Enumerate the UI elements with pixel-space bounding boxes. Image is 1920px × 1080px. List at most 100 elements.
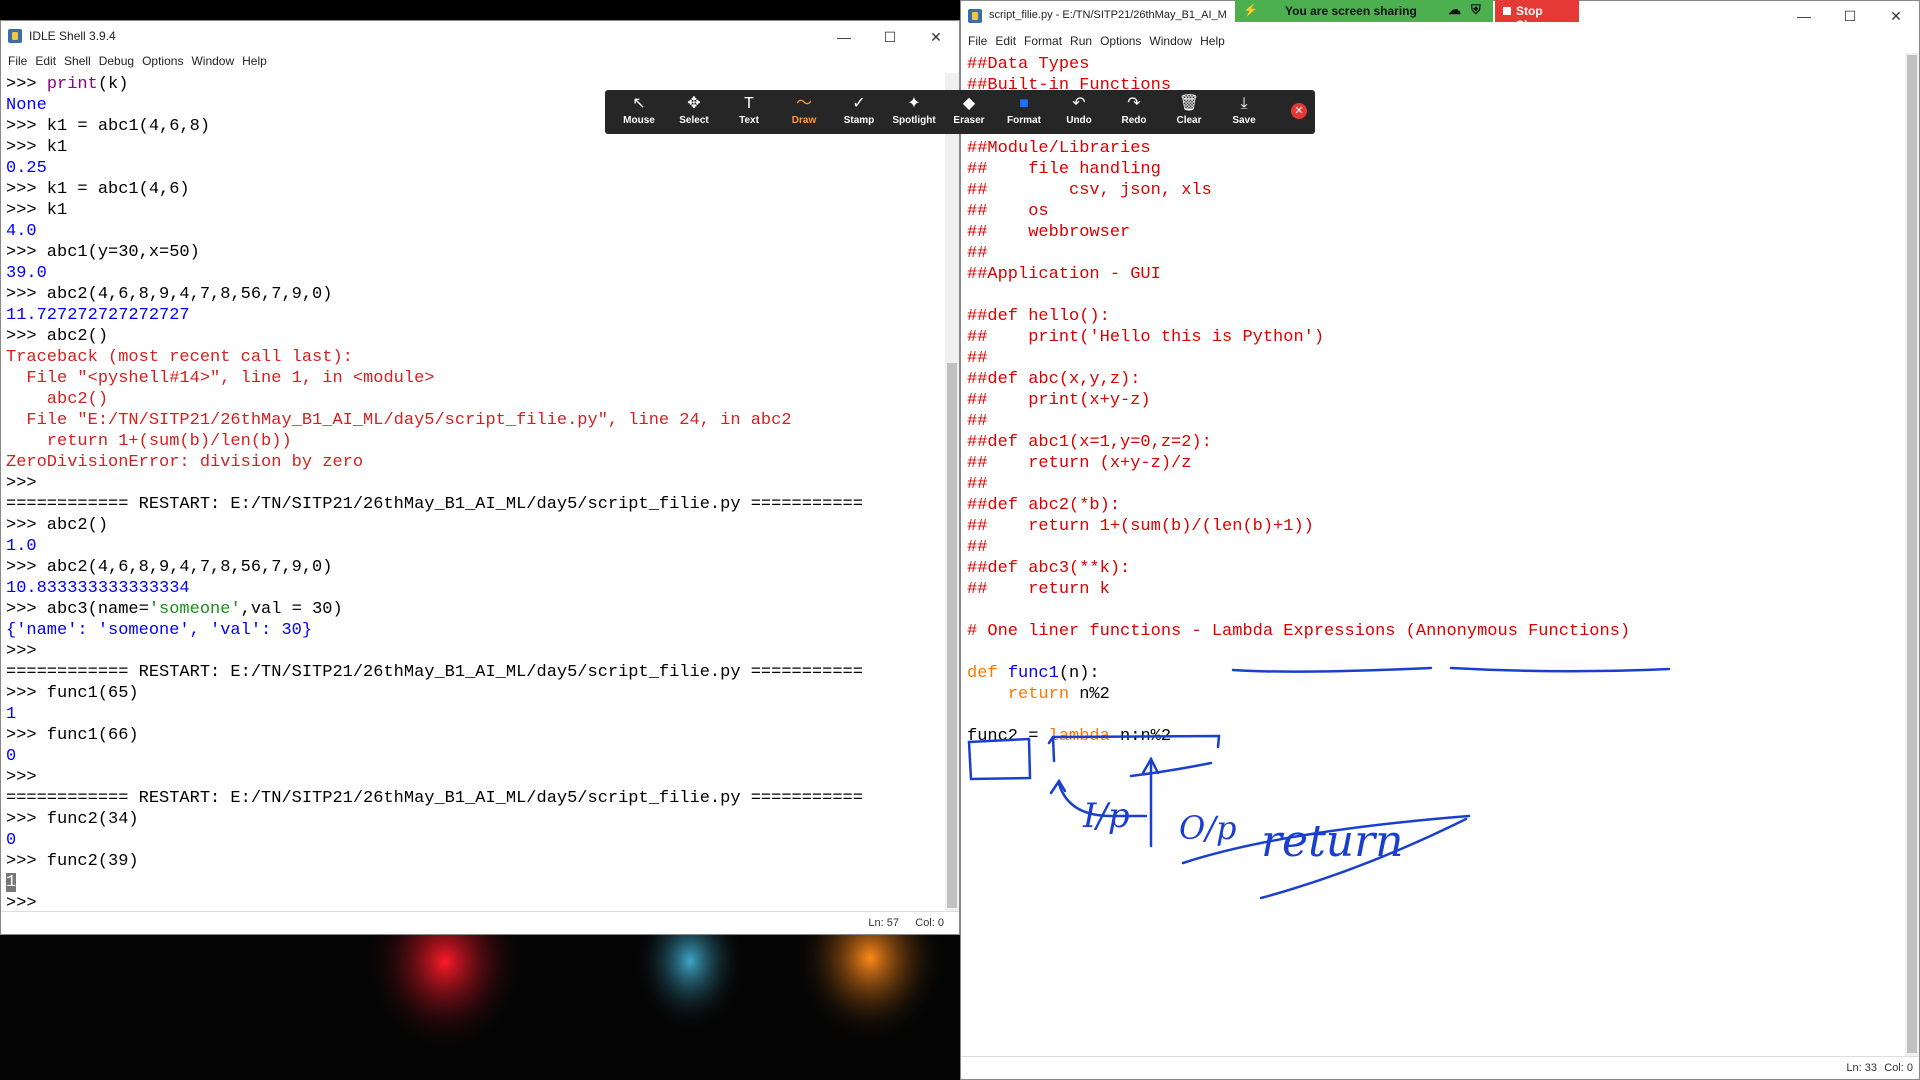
editor-line: ## os bbox=[967, 201, 1630, 222]
shell-menu-file[interactable]: File bbox=[4, 51, 31, 71]
toolbar-label: Eraser bbox=[953, 115, 985, 126]
editor-window: script_filie.py - E:/TN/SITP21/26thMay_B… bbox=[960, 0, 1920, 1080]
code-token: File "E:/TN/SITP21/26thMay_B1_AI_ML/day5… bbox=[6, 411, 792, 430]
editor-menu-run[interactable]: Run bbox=[1066, 31, 1096, 51]
maximize-button[interactable]: ☐ bbox=[1827, 1, 1873, 31]
editor-menu-options[interactable]: Options bbox=[1096, 31, 1145, 51]
minimize-button[interactable]: — bbox=[1781, 1, 1827, 31]
toolbar-label: Undo bbox=[1066, 115, 1092, 126]
minimize-button[interactable]: — bbox=[821, 21, 867, 53]
code-token: ## print(x+y-z) bbox=[967, 391, 1151, 410]
editor-line: ## bbox=[967, 537, 1630, 558]
editor-menu-file[interactable]: File bbox=[964, 31, 991, 51]
editor-menu-format[interactable]: Format bbox=[1020, 31, 1066, 51]
code-token: >>> k1 bbox=[6, 138, 68, 157]
editor-line: ##def abc3(**k): bbox=[967, 558, 1630, 579]
code-token: ## csv, json, xls bbox=[967, 181, 1212, 200]
shell-line: 0 bbox=[6, 830, 863, 851]
shell-menu-edit[interactable]: Edit bbox=[31, 51, 60, 71]
editor-menu-help[interactable]: Help bbox=[1196, 31, 1229, 51]
shell-scrollbar-thumb[interactable] bbox=[947, 363, 957, 908]
editor-scrollbar[interactable] bbox=[1905, 53, 1919, 1057]
arrow-head-output bbox=[1141, 756, 1160, 775]
annotation-input-label: I/p bbox=[1082, 796, 1130, 836]
shell-menu-window[interactable]: Window bbox=[187, 51, 238, 71]
editor-code-area[interactable]: ##Data Types##Built-in Functions##User d… bbox=[967, 54, 1630, 747]
python-app-icon bbox=[968, 9, 982, 23]
shell-line: File "E:/TN/SITP21/26thMay_B1_AI_ML/day5… bbox=[6, 410, 863, 431]
toolbar-label: Draw bbox=[791, 115, 817, 126]
code-token: >>> abc2() bbox=[6, 327, 109, 346]
shell-line: >>> k1 = abc1(4,6) bbox=[6, 179, 863, 200]
shell-line: 1.0 bbox=[6, 536, 863, 557]
toolbar-clear-button[interactable]: 🗑 Clear bbox=[1163, 94, 1215, 132]
shell-output[interactable]: >>> print(k) None >>> k1 = abc1(4,6,8) >>> … bbox=[6, 74, 863, 914]
toolbar-spotlight-button[interactable]: ✦ Spotlight bbox=[888, 94, 940, 132]
editor-line: ## return (x+y-z)/z bbox=[967, 453, 1630, 474]
shell-line: 39.0 bbox=[6, 263, 863, 284]
editor-menu-window[interactable]: Window bbox=[1145, 31, 1196, 51]
code-token: >>> bbox=[6, 474, 37, 493]
wallpaper-graphic bbox=[365, 935, 945, 1070]
toolbar-text-button[interactable]: T Text bbox=[723, 94, 775, 132]
toolbar-save-button[interactable]: ⤓ Save bbox=[1218, 94, 1270, 132]
code-token: ## return 1+(sum(b)/(len(b)+1)) bbox=[967, 517, 1314, 536]
shell-menu-debug[interactable]: Debug bbox=[95, 51, 138, 71]
code-token: ## bbox=[967, 538, 988, 557]
code-token: ##def abc1(x=1,y=0,z=2): bbox=[967, 433, 1212, 452]
select-icon: ✥ bbox=[687, 95, 701, 112]
toolbar-label: Save bbox=[1232, 115, 1256, 126]
code-token: n:n%2 bbox=[1109, 727, 1172, 746]
code-token: ============ RESTART: E:/TN/SITP21/26thM… bbox=[6, 789, 863, 808]
toolbar-eraser-button[interactable]: ◆ Eraser bbox=[943, 94, 995, 132]
toolbar-redo-button[interactable]: ↷ Redo bbox=[1108, 94, 1160, 132]
code-token: ## return (x+y-z)/z bbox=[967, 454, 1192, 473]
maximize-button[interactable]: ☐ bbox=[867, 21, 913, 53]
code-token: (n): bbox=[1058, 664, 1100, 683]
toolbar-select-button[interactable]: ✥ Select bbox=[668, 94, 720, 132]
shell-menu-help[interactable]: Help bbox=[238, 51, 271, 71]
code-token: >>> k1 = abc1(4,6,8) bbox=[6, 117, 211, 136]
code-token: 1 bbox=[6, 705, 17, 724]
screen-sharing-banner: ⚡ You are screen sharing ☁ ⛨ bbox=[1235, 0, 1493, 22]
close-button[interactable]: ✕ bbox=[1873, 1, 1919, 31]
python-app-icon bbox=[8, 29, 22, 43]
editor-scrollbar-thumb[interactable] bbox=[1907, 55, 1917, 1053]
editor-line: ##def abc(x,y,z): bbox=[967, 369, 1630, 390]
shell-menu-options[interactable]: Options bbox=[138, 51, 187, 71]
code-token: >>> bbox=[6, 642, 37, 661]
mouse-icon: ↖ bbox=[632, 95, 646, 112]
annotation-output-label: O/p bbox=[1179, 809, 1237, 847]
toolbar-undo-button[interactable]: ↶ Undo bbox=[1053, 94, 1105, 132]
shell-scrollbar[interactable] bbox=[945, 73, 959, 911]
code-token: ##def abc3(**k): bbox=[967, 559, 1131, 578]
code-token: 0 bbox=[6, 831, 17, 850]
close-button[interactable]: ✕ bbox=[913, 21, 959, 53]
editor-menu-edit[interactable]: Edit bbox=[991, 31, 1020, 51]
toolbar-stamp-button[interactable]: ✓ Stamp bbox=[833, 94, 885, 132]
toolbar-close-icon[interactable]: ✕ bbox=[1291, 103, 1307, 119]
stop-share-button[interactable]: Stop Share bbox=[1495, 0, 1579, 32]
code-token: >>> bbox=[6, 768, 37, 787]
toolbar-format-button[interactable]: ■ Format bbox=[998, 94, 1050, 132]
toolbar-label: Redo bbox=[1121, 115, 1147, 126]
editor-status-line: Ln: 33 bbox=[1846, 1062, 1877, 1074]
code-token: >>> k1 bbox=[6, 201, 68, 220]
toolbar-label: Stamp bbox=[843, 115, 875, 126]
shell-titlebar[interactable]: IDLE Shell 3.9.4 — ☐ ✕ bbox=[1, 21, 959, 53]
shell-line: >>> func2(39) bbox=[6, 851, 863, 872]
code-token: None bbox=[6, 96, 47, 115]
toolbar-mouse-button[interactable]: ↖ Mouse bbox=[613, 94, 665, 132]
shell-line: >>> func1(65) bbox=[6, 683, 863, 704]
shell-line: >>> abc1(y=30,x=50) bbox=[6, 242, 863, 263]
code-token: >>> abc2(4,6,8,9,4,7,8,56,7,9,0) bbox=[6, 285, 333, 304]
toolbar-draw-button[interactable]: 〜 Draw bbox=[778, 94, 830, 132]
code-token: (k) bbox=[97, 75, 129, 94]
shell-menu-shell[interactable]: Shell bbox=[60, 51, 95, 71]
code-token: 11.727272727272727 bbox=[6, 306, 190, 325]
shell-line: 1 bbox=[6, 704, 863, 725]
shell-line: File "<pyshell#14>", line 1, in <module> bbox=[6, 368, 863, 389]
